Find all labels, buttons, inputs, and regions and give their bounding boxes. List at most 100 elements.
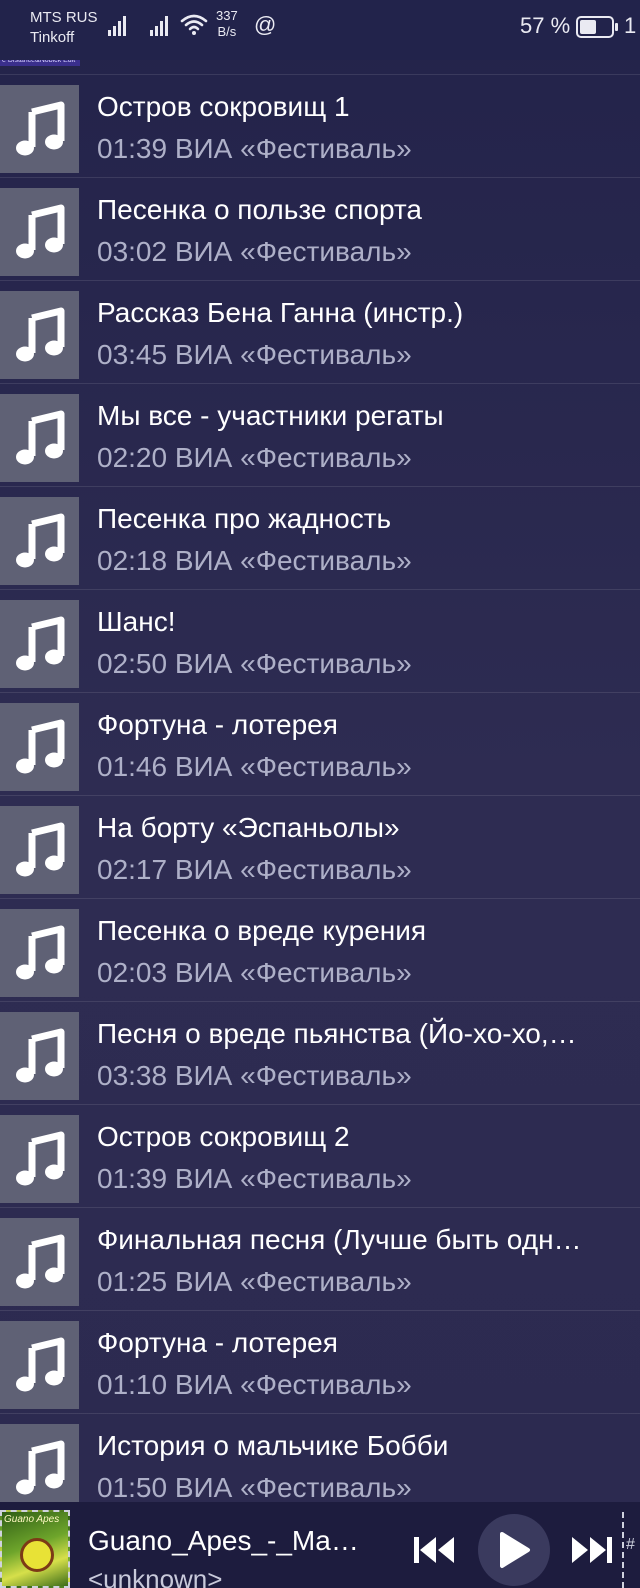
track-thumbnail [0,1012,79,1100]
track-row[interactable]: Фортуна - лотерея 01:10 ВИА «Фестиваль» [0,1310,640,1413]
track-meta: 03:38 ВИА «Фестиваль» [97,1058,637,1094]
track-title: Шанс! [97,606,176,637]
track-duration: 01:25 [97,1266,168,1297]
music-note-icon [15,822,64,877]
album-art-text: Guano Apes [4,1514,60,1525]
album-art-figure [20,1538,54,1572]
track-thumbnail [0,1218,79,1306]
track-thumbnail [0,1424,79,1512]
carrier-info: MTS RUS Tinkoff [30,8,110,48]
track-meta: 03:02 ВИА «Фестиваль» [97,234,637,270]
now-playing-title[interactable]: Guano_Apes_-_Ma… [88,1524,393,1558]
track-title: Песенка про жадность [97,503,392,534]
skip-next-icon[interactable] [568,1534,614,1566]
track-duration: 01:39 [97,133,168,164]
track-artist: ВИА «Фестиваль» [174,648,412,679]
track-title: Остров сокровищ 1 [97,91,350,122]
track-row[interactable]: Рассказ Бена Ганна (инстр.) 03:45 ВИА «Фе… [0,280,640,383]
battery-percent: 57 % [520,13,571,38]
music-note-icon [15,616,64,671]
at-sign-icon: @ [254,12,277,37]
music-note-icon [15,513,64,568]
music-player-screen: MTS RUS Tinkoff 337 B/s @ 57 % 1 e Dista… [0,0,640,1588]
track-title: Фортуна - лотерея [97,1327,338,1358]
track-duration: 02:03 [97,957,168,988]
track-duration: 01:10 [97,1369,168,1400]
play-button[interactable] [478,1514,550,1586]
track-duration: 03:38 [97,1060,168,1091]
network-speed: 337 B/s [216,8,238,40]
track-artist: ВИА «Фестиваль» [174,854,412,885]
clock: 1 [624,13,637,38]
track-row[interactable]: Остров сокровищ 1 01:39 ВИА «Фестиваль» [0,74,640,177]
now-playing-artist: <unknown> [88,1564,223,1588]
track-artist: ВИА «Фестиваль» [174,957,412,988]
track-meta: 01:39 ВИА «Фестиваль» [97,1161,637,1197]
music-note-icon [15,204,64,259]
queue-handle[interactable]: # [622,1512,640,1588]
track-artist: ВИА «Фестиваль» [174,1060,412,1091]
track-meta: 01:50 ВИА «Фестиваль» [97,1470,637,1506]
track-duration: 01:46 [97,751,168,782]
track-row[interactable]: Шанс! 02:50 ВИА «Фестиваль» [0,589,640,692]
track-row[interactable]: Мы все - участники регаты 02:20 ВИА «Фест… [0,383,640,486]
track-title: На борту «Эспаньолы» [97,812,400,843]
track-meta: 01:39 ВИА «Фестиваль» [97,131,637,167]
music-note-icon [15,1337,64,1392]
track-duration: 03:02 [97,236,168,267]
track-meta: 03:45 ВИА «Фестиваль» [97,337,637,373]
track-title: Песня о вреде пьянства (Йо-хо-хо,… [97,1018,577,1049]
skip-previous-icon[interactable] [412,1534,458,1566]
track-title: Остров сокровищ 2 [97,1121,350,1152]
track-title: Песенка о вреде курения [97,915,427,946]
track-row[interactable]: Песенка про жадность 02:18 ВИА «Фестиваль… [0,486,640,589]
track-meta: 02:17 ВИА «Фестиваль» [97,852,637,888]
track-artist: ВИА «Фестиваль» [174,236,412,267]
music-note-icon [15,925,64,980]
track-artist: ВИА «Фестиваль» [174,1163,412,1194]
music-note-icon [15,410,64,465]
carrier-name-2: Tinkoff [30,29,75,46]
track-row[interactable]: Фортуна - лотерея 01:46 ВИА «Фестиваль» [0,692,640,795]
album-art[interactable]: Guano Apes [0,1510,70,1588]
music-note-icon [15,719,64,774]
track-title: История о мальчике Бобби [97,1430,449,1461]
track-meta: 02:50 ВИА «Фестиваль» [97,646,637,682]
track-thumbnail [0,188,79,276]
music-note-icon [15,1440,64,1495]
track-title: Рассказ Бена Ганна (инстр.) [97,297,464,328]
track-row[interactable]: Остров сокровищ 2 01:39 ВИА «Фестиваль» [0,1104,640,1207]
track-artist: ВИА «Фестиваль» [174,339,412,370]
music-note-icon [15,1131,64,1186]
track-row[interactable]: На борту «Эспаньолы» 02:17 ВИА «Фестиваль… [0,795,640,898]
track-duration: 01:39 [97,1163,168,1194]
track-thumbnail [0,85,79,173]
track-meta: 01:10 ВИА «Фестиваль» [97,1367,637,1403]
battery-icon [576,16,618,38]
track-row[interactable]: Песенка о пользе спорта 03:02 ВИА «Фестив… [0,177,640,280]
track-artist: ВИА «Фестиваль» [174,133,412,164]
track-thumbnail [0,1321,79,1409]
track-title: Фортуна - лотерея [97,709,338,740]
mini-player[interactable]: Guano Apes Guano_Apes_-_Ma… <unknown> # [0,1502,640,1588]
carrier-name-1: MTS RUS [30,9,98,26]
track-meta: 02:18 ВИА «Фестиваль» [97,543,637,579]
play-icon [500,1532,530,1568]
track-row[interactable]: Финальная песня (Лучше быть одн… 01:25 ВИ… [0,1207,640,1310]
track-duration: 01:50 [97,1472,168,1503]
track-thumbnail [0,497,79,585]
track-row[interactable]: История о мальчике Бобби 01:50 ВИА «Фести… [0,1413,640,1516]
music-note-icon [15,1234,64,1289]
track-thumbnail [0,806,79,894]
network-speed-unit: B/s [217,24,237,39]
music-note-icon [15,307,64,362]
track-artist: ВИА «Фестиваль» [174,1472,412,1503]
track-row[interactable]: Песня о вреде пьянства (Йо-хо-хо,… 03:38 … [0,1001,640,1104]
track-duration: 02:17 [97,854,168,885]
track-row[interactable]: Песенка о вреде курения 02:03 ВИА «Фестив… [0,898,640,1001]
track-title: Мы все - участники регаты [97,400,444,431]
track-meta: 01:46 ВИА «Фестиваль» [97,749,637,785]
track-artist: ВИА «Фестиваль» [174,1266,412,1297]
track-artist: ВИА «Фестиваль» [174,442,412,473]
music-note-icon [15,101,64,156]
